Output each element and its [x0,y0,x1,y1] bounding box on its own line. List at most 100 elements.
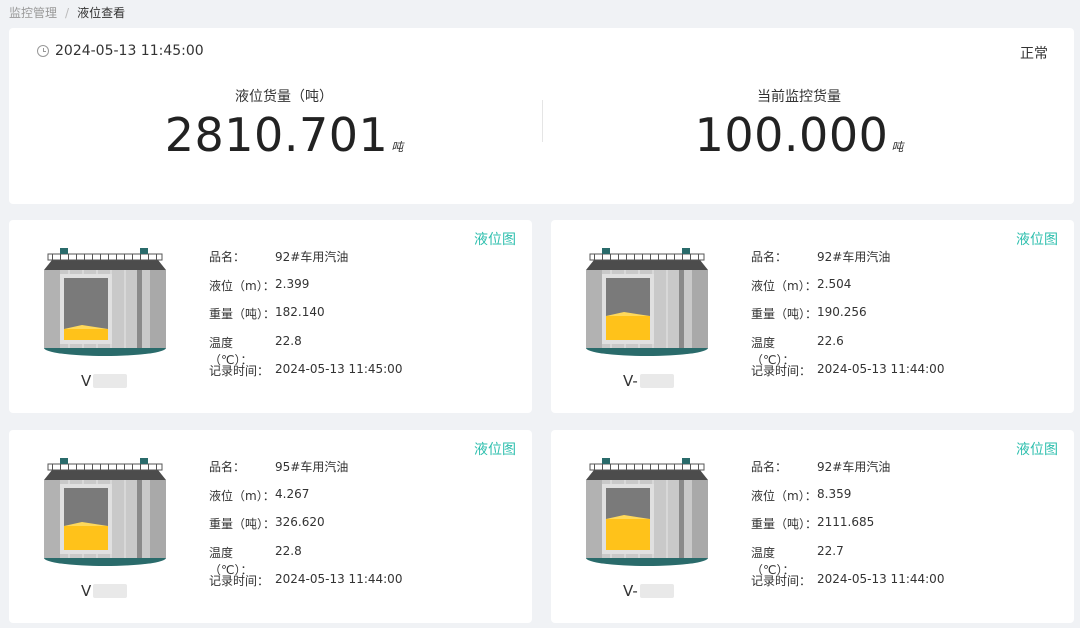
record-time-label: 记录时间： [751,364,812,378]
monitor-metric-label: 当前监控货量 [757,89,841,105]
tank-card: 液位图 V 品名： 92#车用汽油 液位（m）： 2.399 重量（吨）： 182.1… [9,220,532,413]
tank-name-prefix: V- [623,582,638,600]
tank-fuel [606,316,650,340]
temp-value: 22.8 [275,333,302,348]
level-label: 液位（m）： [209,488,275,503]
tank-name-prefix: V [81,582,92,600]
redacted-text [639,374,674,388]
weight-label: 重量（吨）： [209,517,276,531]
chart-link[interactable]: 液位图 [1016,229,1058,249]
record-time-label: 记录时间： [209,574,270,588]
tank-ladder [137,270,142,348]
weight-label: 重量（吨）： [209,307,276,321]
record-time-value: 2024-05-13 11:45:00 [275,362,403,376]
summary-timestamp: 2024-05-13 11:45:00 [55,43,204,59]
breadcrumb: 监控管理 / 液位查看 [9,4,125,22]
level-label: 液位（m）： [751,278,817,293]
redacted-text [639,584,674,598]
product-label: 品名： [209,460,246,474]
weight-value: 2111.685 [817,515,875,529]
product-value: 92#车用汽油 [817,250,891,264]
tank-icon [586,248,708,356]
chart-link[interactable]: 液位图 [474,229,516,249]
tank-ladder [679,480,684,558]
temp-value: 22.6 [817,333,844,348]
monitor-metric: 当前监控货量 100.000 吨 [689,86,909,162]
temp-label: 温度（℃）： [751,545,795,577]
level-value: 4.267 [275,486,310,501]
tank-icon [44,248,166,356]
tank-roof [586,470,708,480]
record-time-label: 记录时间： [209,364,270,378]
tank-name: V- [623,372,674,390]
weight-label: 重量（吨）： [751,517,818,531]
status-text: 正常 [1020,46,1048,62]
product-label: 品名： [209,250,246,264]
tank-card: 液位图 V- 品名： 92#车用汽油 液位（m）： 8.359 重量（吨）： 2111… [551,430,1074,623]
tank-ladder [679,270,684,348]
weight-value: 190.256 [817,305,867,319]
tank-icon [586,458,708,566]
chart-link[interactable]: 液位图 [1016,439,1058,459]
summary-panel: 2024-05-13 11:45:00 正常 液位货量（吨） 2810.701 … [9,28,1074,204]
tank-railing [589,253,705,261]
tank-info: 品名： 92#车用汽油 液位（m）： 2.399 重量（吨）： 182.140 温度（… [209,248,402,391]
tank-info: 品名： 92#车用汽油 液位（m）： 2.504 重量（吨）： 190.256 温度（… [751,248,944,391]
product-value: 92#车用汽油 [817,460,891,474]
weight-label: 重量（吨）： [751,307,818,321]
tank-name: V [81,372,128,390]
tank-roof [44,470,166,480]
record-time-value: 2024-05-13 11:44:00 [817,362,945,376]
breadcrumb-current: 液位查看 [77,6,126,20]
level-label: 液位（m）： [209,278,275,293]
weight-value: 326.620 [275,515,325,529]
level-metric: 液位货量（吨） 2810.701 吨 [165,86,404,162]
tank-card: 液位图 V- 品名： 92#车用汽油 液位（m）： 2.504 重量（吨）： 190.… [551,220,1074,413]
tank-card: 液位图 V 品名： 95#车用汽油 液位（m）： 4.267 重量（吨）： 326.6… [9,430,532,623]
record-time-label: 记录时间： [751,574,812,588]
tank-name-prefix: V [81,372,92,390]
product-value: 95#车用汽油 [275,460,349,474]
tank-info: 品名： 95#车用汽油 液位（m）： 4.267 重量（吨）： 326.620 温度（… [209,458,402,601]
tank-railing [47,463,163,471]
tank-railing [589,463,705,471]
product-label: 品名： [751,250,788,264]
chart-link[interactable]: 液位图 [474,439,516,459]
summary-time: 2024-05-13 11:45:00 [37,43,204,59]
tank-railing [47,253,163,261]
clock-icon [37,45,49,57]
tank-roof [44,260,166,270]
temp-label: 温度（℃）： [209,335,253,367]
record-time-value: 2024-05-13 11:44:00 [275,572,403,586]
temp-label: 温度（℃）： [751,335,795,367]
tank-name: V [81,582,128,600]
temp-value: 22.7 [817,543,844,558]
tank-name-prefix: V- [623,372,638,390]
record-time-value: 2024-05-13 11:44:00 [817,572,945,586]
level-label: 液位（m）： [751,488,817,503]
temp-value: 22.8 [275,543,302,558]
breadcrumb-separator: / [65,6,70,20]
product-value: 92#车用汽油 [275,250,349,264]
metric-divider [542,100,543,142]
tank-fuel [606,519,650,550]
monitor-metric-value: 100.000 [694,108,889,162]
tank-roof [586,260,708,270]
weight-value: 182.140 [275,305,325,319]
level-metric-label: 液位货量（吨） [235,89,333,105]
level-value: 2.504 [817,276,852,291]
level-metric-value: 2810.701 [164,108,389,162]
tank-ladder [137,480,142,558]
tank-info: 品名： 92#车用汽油 液位（m）： 8.359 重量（吨）： 2111.685 温度… [751,458,944,601]
product-label: 品名： [751,460,788,474]
level-value: 2.399 [275,276,310,291]
redacted-text [93,584,128,598]
redacted-text [93,374,128,388]
temp-label: 温度（℃）： [209,545,253,577]
tank-name: V- [623,582,674,600]
tank-fuel [64,329,108,340]
breadcrumb-parent-link[interactable]: 监控管理 [9,4,57,22]
level-metric-unit: 吨 [391,140,404,154]
monitor-metric-unit: 吨 [891,140,904,154]
level-value: 8.359 [817,486,852,501]
